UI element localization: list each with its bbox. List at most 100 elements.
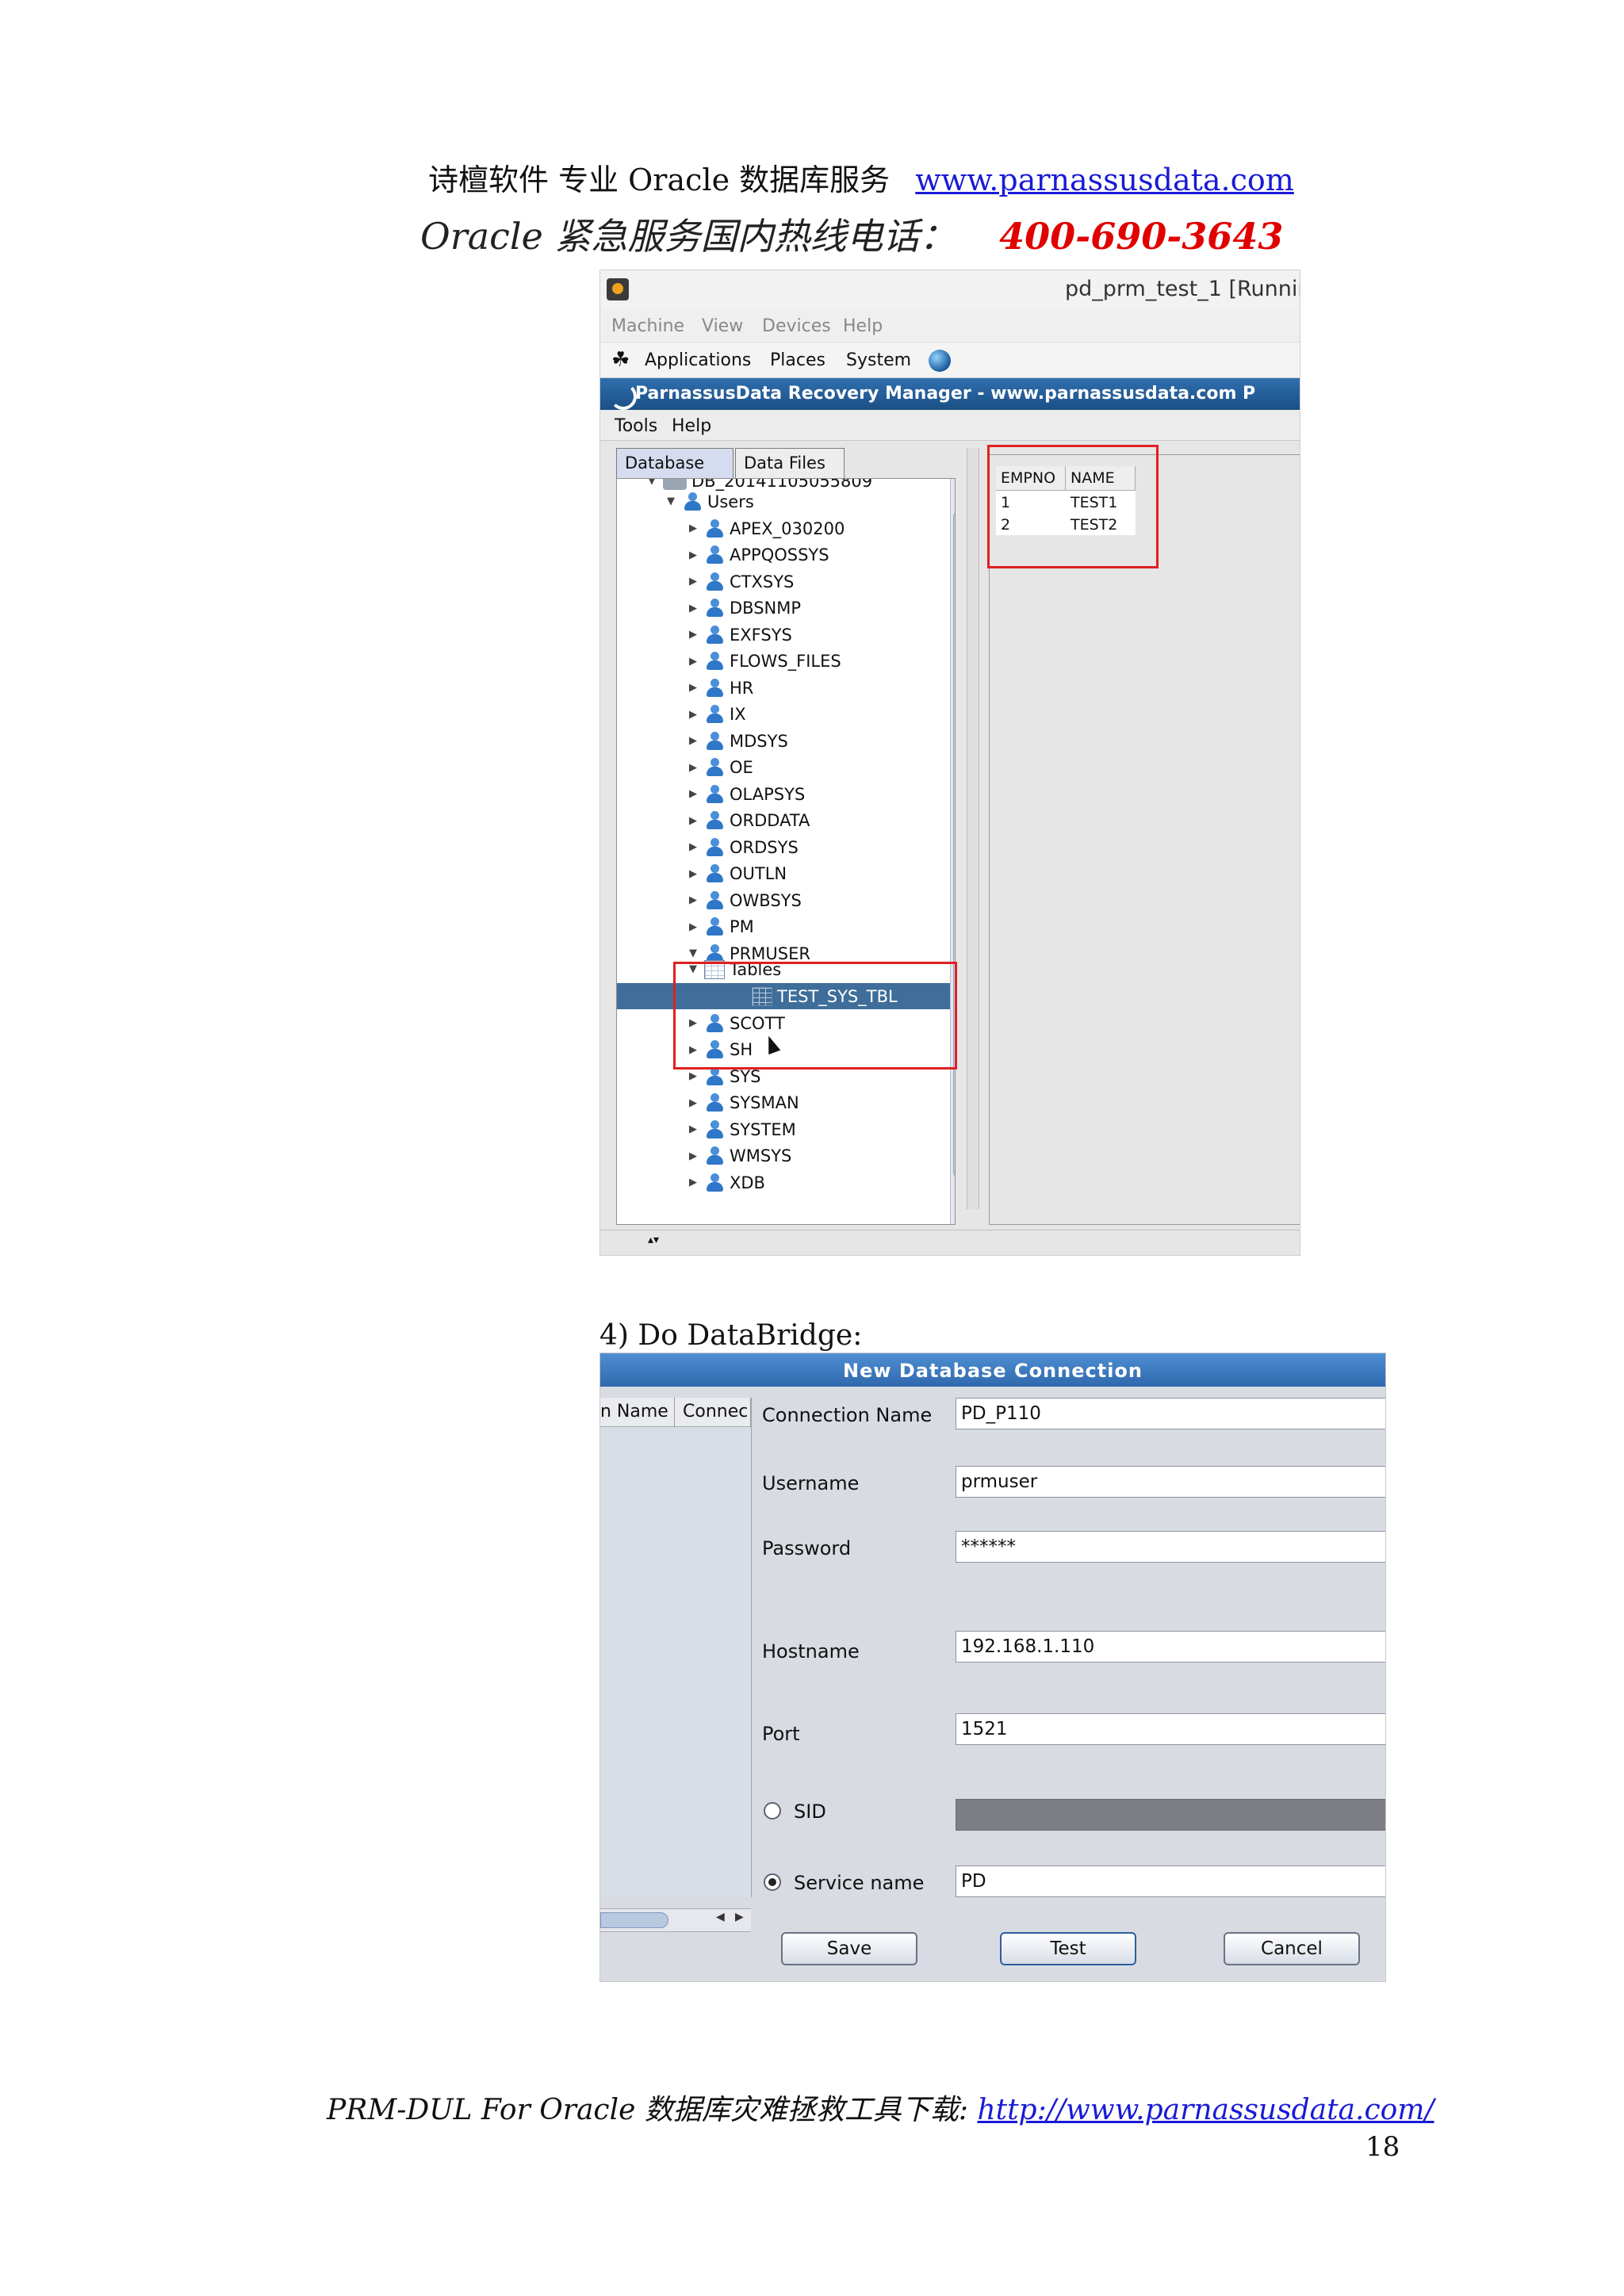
footer-download-link[interactable]: http://www.parnassusdata.com/ [977,2094,1434,2126]
tree-node-user[interactable]: ▶ FLOWS_FILES [687,649,955,675]
user-icon [704,757,725,778]
tree-node-user[interactable]: ▶ MDSYS [687,728,955,754]
scroll-right-arrow-icon[interactable]: ▶ [735,1911,744,1923]
cancel-button[interactable]: Cancel [1224,1932,1360,1965]
username-label: Username [762,1472,860,1494]
hostname-field[interactable]: 192.168.1.110 [956,1631,1385,1663]
expand-arrow-icon[interactable]: ▶ [687,815,699,827]
service-name-radio[interactable] [764,1873,781,1891]
service-name-field[interactable]: PD [956,1866,1385,1897]
column-header-connection[interactable]: Connec [675,1398,751,1426]
tree-node-user[interactable]: ▶ ORDSYS [687,834,955,860]
tab-data-files[interactable]: Data Files [735,448,845,478]
expand-arrow-icon[interactable]: ▶ [687,1097,699,1109]
expand-arrow-icon[interactable]: ▶ [687,603,699,614]
tree-node-user[interactable]: ▶ DBSNMP [687,595,955,622]
tree-node-label: OE [730,758,753,777]
tab-database[interactable]: Database [616,448,733,478]
test-button[interactable]: Test [1000,1932,1136,1965]
user-icon [704,704,725,725]
connection-name-label: Connection Name [762,1404,933,1426]
tree-node-label: OUTLN [730,864,787,883]
expand-arrow-icon[interactable]: ▶ [687,894,699,906]
tree-node-label: WMSYS [730,1146,792,1165]
expand-arrow-icon[interactable]: ▶ [687,1150,699,1162]
expand-arrow-icon[interactable]: ▶ [687,522,699,534]
save-button[interactable]: Save [781,1932,917,1965]
tree-node-user[interactable]: ▶ PM [687,914,955,940]
expand-arrow-icon[interactable]: ▶ [687,1123,699,1135]
expand-arrow-icon[interactable]: ▶ [687,549,699,561]
column-header-name[interactable]: n Name [600,1398,675,1426]
split-pane-divider[interactable] [967,448,979,1209]
browser-globe-icon[interactable] [929,350,951,372]
prm-title: ParnassusData Recovery Manager - www.par… [635,384,1256,404]
expand-arrow-icon[interactable]: ▶ [687,1070,699,1082]
tree-node-user[interactable]: ▶ SYSTEM [687,1116,955,1142]
tree-node-users[interactable]: ▼ Users [665,488,955,515]
grid-highlight-box [987,445,1159,568]
vm-menu-help[interactable]: Help [843,316,883,336]
scrollbar-thumb[interactable] [600,1912,668,1928]
vm-menu-machine[interactable]: Machine [611,316,684,336]
collapse-arrow-icon[interactable]: ▼ [665,496,677,507]
collapse-arrow-icon[interactable]: ▼ [645,479,658,487]
tree-node-user[interactable]: ▶ HR [687,675,955,701]
expand-arrow-icon[interactable]: ▶ [687,682,699,694]
collapse-toggle-icon[interactable]: ▴▾ [648,1234,659,1246]
new-connection-dialog: New Database Connection n Name Connec ◀ … [599,1353,1386,1982]
tree-node-label: APPQOSSYS [730,545,829,564]
prm-menu-help[interactable]: Help [672,416,711,436]
tree-node-label: ORDDATA [730,811,810,830]
gnome-menu-places[interactable]: Places [770,350,825,370]
tree-node-user[interactable]: ▶ OE [687,755,955,781]
sid-radio[interactable] [764,1802,781,1820]
connection-list: n Name Connec ◀ ▶ [600,1398,752,1932]
scrollbar-thumb[interactable] [953,511,955,1178]
expand-arrow-icon[interactable]: ▶ [687,735,699,747]
gnome-foot-icon[interactable]: ☘ [611,348,630,372]
expand-arrow-icon[interactable]: ▶ [687,709,699,721]
expand-arrow-icon[interactable]: ▶ [687,788,699,800]
tree-node-user[interactable]: ▶ OLAPSYS [687,781,955,807]
port-field[interactable]: 1521 [956,1713,1385,1745]
tree-node-user[interactable]: ▶ APPQOSSYS [687,542,955,568]
tree-node-user[interactable]: ▶ IX [687,702,955,728]
expand-arrow-icon[interactable]: ▶ [687,762,699,774]
vm-menu-devices[interactable]: Devices [762,316,831,336]
tree-node-user[interactable]: ▶ ORDDATA [687,808,955,834]
username-field[interactable]: prmuser [956,1466,1385,1498]
tree-node-user[interactable]: ▶ WMSYS [687,1143,955,1169]
gnome-menu-system[interactable]: System [846,350,911,370]
dialog-title: New Database Connection [842,1360,1143,1382]
scroll-left-arrow-icon[interactable]: ◀ [716,1911,725,1923]
header-website-link[interactable]: www.parnassusdata.com [915,163,1294,197]
tree-node-user[interactable]: ▶ CTXSYS [687,568,955,595]
tree-node-user[interactable]: ▶ OWBSYS [687,887,955,913]
tree-node-user[interactable]: ▶ EXFSYS [687,622,955,648]
vm-menu-view[interactable]: View [702,316,743,336]
vm-title-bar: pd_prm_test_1 [Runnin [600,270,1300,311]
prm-menu-tools[interactable]: Tools [615,416,657,436]
database-tree: ▼ DB_20141105055809 ▼ Users ▶ APEX_030200… [616,478,956,1225]
expand-arrow-icon[interactable]: ▶ [687,841,699,853]
tree-node-user[interactable]: ▶ APEX_030200 [687,515,955,541]
tree-node-label: SYS [730,1066,761,1086]
gnome-menu-applications[interactable]: Applications [645,350,751,370]
list-horizontal-scrollbar[interactable]: ◀ ▶ [600,1908,751,1932]
prm-screenshot: pd_prm_test_1 [Runnin Machine View Devic… [599,270,1300,1256]
expand-arrow-icon[interactable]: ▶ [687,868,699,880]
hostname-label: Hostname [762,1640,860,1663]
password-field[interactable]: ****** [956,1531,1385,1563]
expand-arrow-icon[interactable]: ▶ [687,1177,699,1188]
expand-arrow-icon[interactable]: ▶ [687,656,699,668]
user-icon [704,572,725,592]
tree-node-user[interactable]: ▶ OUTLN [687,861,955,887]
expand-arrow-icon[interactable]: ▶ [687,629,699,641]
tree-vertical-scrollbar[interactable] [950,479,955,1224]
tree-node-user[interactable]: ▶ XDB [687,1169,955,1196]
connection-name-field[interactable]: PD_P110 [956,1398,1385,1429]
expand-arrow-icon[interactable]: ▶ [687,576,699,587]
tree-node-user[interactable]: ▶ SYSMAN [687,1090,955,1116]
expand-arrow-icon[interactable]: ▶ [687,921,699,933]
